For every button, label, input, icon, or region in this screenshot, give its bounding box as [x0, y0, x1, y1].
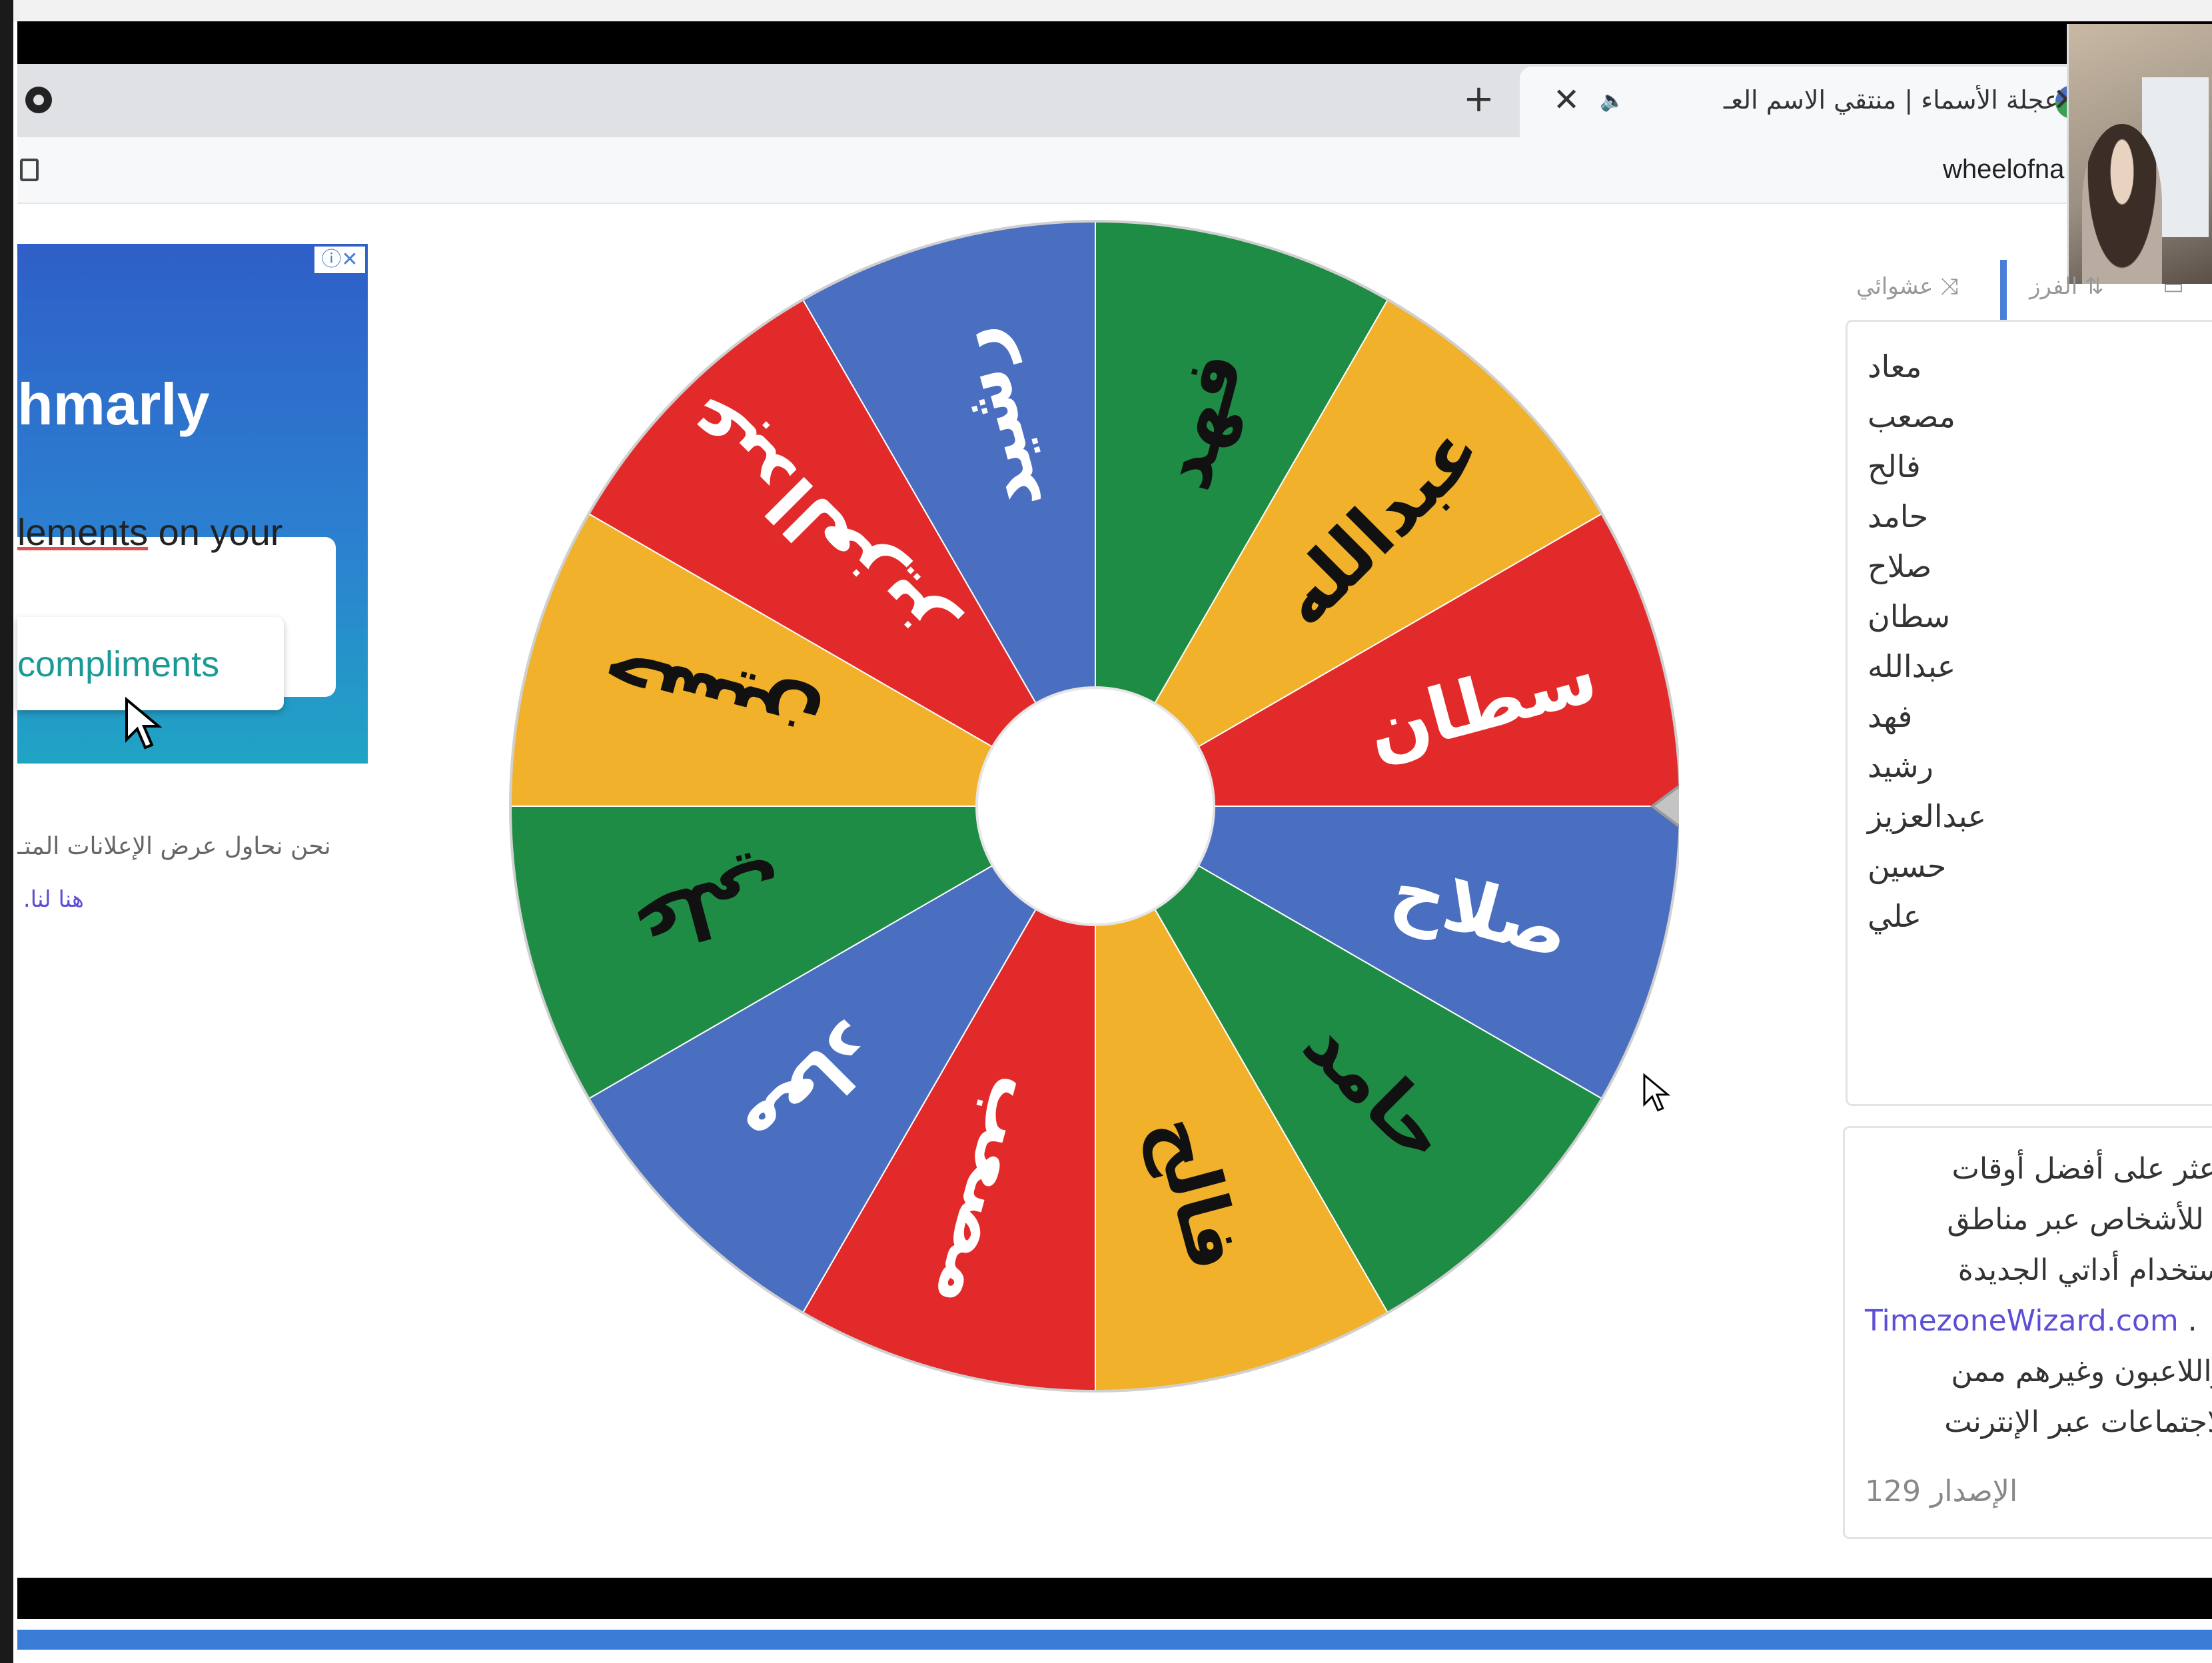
new-tab-button[interactable]: +	[1463, 77, 1494, 121]
ad-line1: lements on your	[17, 510, 282, 554]
url-text[interactable]: wheelofna	[1943, 155, 2064, 185]
bottom-black-bar	[17, 1578, 2212, 1619]
top-black-bar	[17, 21, 2212, 64]
wheel-center-button[interactable]	[975, 686, 1215, 926]
name-entry[interactable]: حسين	[1868, 841, 1986, 891]
toolbar-divider	[2000, 260, 2007, 320]
bottom-progress-bar	[17, 1630, 2212, 1650]
ad-close-icon[interactable]: ⓘ✕	[314, 247, 365, 273]
name-entry[interactable]: علي	[1868, 891, 1986, 941]
tab-close-button[interactable]: ✕	[1553, 81, 1580, 119]
info-line-1: اعثر على أفضل أوقات	[1951, 1152, 2212, 1186]
names-list: معاد مصعب فالح حامد صلاح سطان عبدالله فه…	[1868, 342, 1986, 941]
timezone-wizard-link[interactable]: TimezoneWizard.com	[1865, 1304, 2179, 1338]
browser-tab-bar: + ✕ 🔈 عجلة الأسماء | منتقي الاسم العـ ✕	[17, 64, 2212, 137]
browser-menu-icon[interactable]	[25, 87, 52, 113]
name-entry[interactable]: رشيد	[1868, 742, 1986, 792]
info-line-5: ال واللاعبون وغيرهم ممن	[1951, 1355, 2212, 1388]
shuffle-icon: ⤨	[1933, 273, 1959, 300]
speaker-icon[interactable]: 🔈	[1600, 89, 1624, 113]
info-line-4: TimezoneWizard.com .	[1865, 1304, 2197, 1338]
name-entry[interactable]: فهد	[1868, 692, 1986, 742]
name-entry[interactable]: سطان	[1868, 592, 1986, 642]
name-wheel[interactable]: صلاح حامد فالح مصعب معاد علي حسين عبدالعزيز رشيد…	[506, 219, 1707, 1394]
page-icon[interactable]	[20, 159, 39, 181]
left-rail	[0, 0, 13, 1663]
info-line-3: ة باستخدام أداتي الجديدة	[1957, 1253, 2212, 1287]
tab-wheel-of-names[interactable]: ✕ 🔈 عجلة الأسماء | منتقي الاسم العـ	[1520, 67, 2106, 137]
ad-highlight: lements	[17, 511, 149, 553]
ad-line2: compliments	[17, 644, 220, 684]
image-icon[interactable]: ▭	[2163, 273, 2184, 300]
name-entry[interactable]: مصعب	[1868, 392, 1986, 442]
ad-brand: hmarly	[17, 371, 210, 437]
ad-banner[interactable]: ⓘ✕ hmarly lements on your compliments	[17, 244, 368, 764]
name-entry[interactable]: صلاح	[1868, 542, 1986, 592]
sort-button[interactable]: ⇅ الفرز	[2029, 273, 2103, 300]
ad-line1-rest: on your	[148, 511, 283, 553]
entries-toolbar: ⤨ عشوائي ⇅ الفرز ▭	[1843, 260, 2212, 320]
info-line-2: تماع للأشخاص عبر مناطق	[1947, 1203, 2212, 1237]
info-line-6: ن للاجتماعات عبر الإنترنت	[1944, 1405, 2212, 1439]
name-entry[interactable]: حامد	[1868, 492, 1986, 542]
wheel-svg[interactable]: صلاححامدفالحمصعبمعادعليحسينعبدالعزيزرشيد…	[506, 219, 1707, 1394]
ad-note: نحن نحاول عرض الإعلانات المتـ	[17, 833, 331, 860]
name-entry[interactable]: معاد	[1868, 342, 1986, 392]
info-box: اعثر على أفضل أوقات تماع للأشخاص عبر منا…	[1843, 1126, 2212, 1539]
tab-title: عجلة الأسماء | منتقي الاسم العـ	[1724, 85, 2059, 115]
name-entry[interactable]: عبدالله	[1868, 642, 1986, 692]
top-strip	[13, 0, 2212, 21]
entries-textarea[interactable]: معاد مصعب فالح حامد صلاح سطان عبدالله فه…	[1846, 320, 2212, 1106]
ad-link[interactable]: هنا لنا.	[17, 886, 84, 913]
version-label: الإصدار 129	[1865, 1474, 2018, 1508]
webcam-overlay	[2067, 24, 2212, 284]
sort-icon: ⇅	[2077, 273, 2104, 300]
shuffle-button[interactable]: ⤨ عشوائي	[1856, 273, 1958, 300]
address-bar: wheelofna	[17, 137, 2212, 204]
name-entry[interactable]: فالح	[1868, 442, 1986, 492]
name-entry[interactable]: عبدالعزيز	[1868, 792, 1986, 841]
